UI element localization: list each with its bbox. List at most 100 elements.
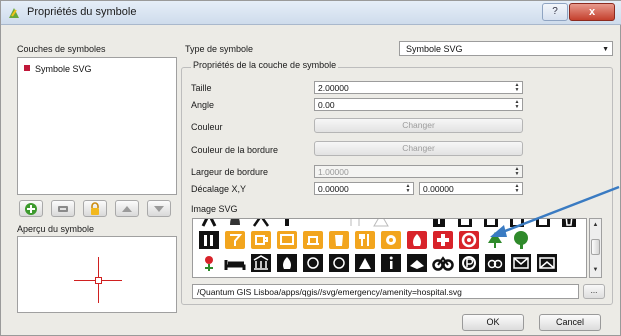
grid-cell[interactable] bbox=[249, 254, 273, 272]
layer-item[interactable]: Symbole SVG bbox=[24, 64, 92, 74]
symbol-type-label: Type de symbole bbox=[185, 44, 254, 54]
cancel-button[interactable]: Cancel bbox=[539, 314, 601, 331]
bin-icon bbox=[458, 219, 472, 227]
blank-icon bbox=[350, 219, 360, 226]
info-icon bbox=[381, 254, 401, 272]
grid-cell[interactable] bbox=[327, 254, 351, 272]
beer-icon bbox=[329, 231, 349, 249]
grid-cell[interactable] bbox=[343, 219, 367, 228]
tv-icon bbox=[277, 231, 297, 249]
grid-cell[interactable] bbox=[453, 219, 477, 228]
lock-layer-button[interactable] bbox=[83, 200, 107, 217]
browse-button[interactable]: ... bbox=[583, 284, 605, 299]
grid-cell[interactable] bbox=[275, 254, 299, 272]
grid-cell[interactable] bbox=[379, 231, 403, 249]
grid-cell[interactable] bbox=[249, 231, 273, 249]
qgis-logo-icon bbox=[9, 8, 19, 18]
grid-cell[interactable] bbox=[431, 254, 455, 272]
scroll-down-icon[interactable]: ▼ bbox=[591, 267, 600, 273]
grid-cell[interactable] bbox=[405, 231, 429, 249]
scroll-thumb[interactable] bbox=[591, 239, 600, 255]
grid-cell[interactable] bbox=[431, 231, 455, 249]
spin-arrows-icon[interactable]: ▲ ▼ bbox=[513, 184, 521, 194]
bicycle-icon bbox=[432, 256, 454, 271]
offset-x-spinbox[interactable]: 0.00000 ▲ ▼ bbox=[314, 182, 414, 195]
offset-x-value: 0.00000 bbox=[318, 184, 349, 194]
grid-cell[interactable] bbox=[249, 219, 273, 228]
change-border-color-button[interactable]: Changer bbox=[314, 141, 523, 156]
grid-cell[interactable] bbox=[275, 231, 299, 249]
move-layer-down-button[interactable] bbox=[147, 200, 171, 217]
svg-path-field[interactable]: /Quantum GIS Lisboa/apps/qgis//svg/emerg… bbox=[192, 284, 579, 299]
help-button[interactable]: ? bbox=[542, 3, 568, 21]
grid-cell[interactable] bbox=[327, 231, 351, 249]
border-width-value: 1.00000 bbox=[318, 167, 349, 177]
spin-arrows-icon[interactable]: ▲ ▼ bbox=[513, 167, 521, 177]
move-layer-up-button[interactable] bbox=[115, 200, 139, 217]
grid-cell[interactable] bbox=[457, 254, 481, 272]
grid-cell[interactable] bbox=[223, 231, 247, 249]
grid-cell[interactable] bbox=[505, 219, 529, 228]
grid-cell[interactable] bbox=[379, 254, 403, 272]
grid-cell[interactable] bbox=[535, 254, 559, 272]
grid-cell[interactable] bbox=[223, 219, 247, 228]
close-button[interactable]: x bbox=[569, 3, 615, 21]
angle-spinbox[interactable]: 0.00 ▲ ▼ bbox=[314, 98, 523, 111]
border-color-label: Couleur de la bordure bbox=[191, 145, 279, 155]
grid-cell[interactable] bbox=[531, 219, 555, 228]
cutlery-icon bbox=[355, 231, 375, 249]
spin-arrows-icon[interactable]: ▲ ▼ bbox=[513, 83, 521, 93]
grid-cell[interactable] bbox=[483, 254, 507, 272]
grid-cell[interactable] bbox=[353, 231, 377, 249]
layer-color-swatch bbox=[24, 65, 30, 71]
spin-arrows-icon[interactable]: ▲ ▼ bbox=[404, 184, 412, 194]
ok-button[interactable]: OK bbox=[462, 314, 524, 331]
envelope-icon bbox=[537, 254, 557, 272]
bin-icon bbox=[562, 219, 576, 227]
fire-icon bbox=[277, 254, 297, 272]
grid-cell[interactable] bbox=[197, 219, 221, 228]
symbol-layers-list[interactable]: Symbole SVG bbox=[17, 57, 177, 195]
grid-cell[interactable] bbox=[275, 219, 299, 228]
bell-icon bbox=[230, 219, 240, 225]
layer-properties-title: Propriétés de la couche de symbole bbox=[191, 60, 339, 70]
grid-cell[interactable] bbox=[223, 254, 247, 272]
grid-cell[interactable] bbox=[369, 219, 393, 228]
symbol-type-select[interactable]: Symbole SVG ▼ bbox=[399, 41, 613, 56]
border-width-spinbox[interactable]: 1.00000 ▲ ▼ bbox=[314, 165, 523, 178]
monument-icon bbox=[355, 254, 375, 272]
grid-cell[interactable] bbox=[301, 231, 325, 249]
conifer-tree-icon bbox=[488, 232, 502, 248]
change-color-button[interactable]: Changer bbox=[314, 118, 523, 133]
grid-cell[interactable] bbox=[457, 231, 481, 249]
offset-y-spinbox[interactable]: 0.00000 ▲ ▼ bbox=[419, 182, 523, 195]
add-layer-button[interactable] bbox=[19, 200, 43, 217]
remove-layer-button[interactable] bbox=[51, 200, 75, 217]
grid-cell[interactable] bbox=[353, 254, 377, 272]
size-spinbox[interactable]: 2.00000 ▲ ▼ bbox=[314, 81, 523, 94]
window-title: Propriétés du symbole bbox=[27, 6, 137, 18]
grid-cell[interactable] bbox=[197, 254, 221, 272]
lock-icon bbox=[91, 202, 99, 215]
grid-cell[interactable] bbox=[509, 254, 533, 272]
grid-cell[interactable] bbox=[483, 231, 507, 249]
remove-icon bbox=[58, 206, 68, 212]
grid-cell[interactable] bbox=[405, 254, 429, 272]
svg-path-value: /Quantum GIS Lisboa/apps/qgis//svg/emerg… bbox=[197, 287, 462, 297]
hospital-cross-icon bbox=[433, 231, 453, 249]
bin-icon bbox=[484, 219, 498, 227]
svg-grid-scrollbar[interactable]: ▲ ▼ bbox=[589, 218, 602, 278]
scroll-up-icon[interactable]: ▲ bbox=[591, 222, 600, 228]
grid-cell[interactable] bbox=[197, 231, 221, 249]
svg-icon-grid[interactable] bbox=[192, 218, 587, 278]
info-icon bbox=[433, 219, 445, 227]
grid-cell[interactable] bbox=[427, 219, 451, 228]
grid-cell[interactable] bbox=[557, 219, 581, 228]
symbol-type-value: Symbole SVG bbox=[406, 44, 463, 54]
grid-cell[interactable] bbox=[509, 231, 533, 249]
grid-cell[interactable] bbox=[301, 254, 325, 272]
grid-cell[interactable] bbox=[479, 219, 503, 228]
spin-arrows-icon[interactable]: ▲ ▼ bbox=[513, 100, 521, 110]
symbol-preview bbox=[17, 236, 177, 313]
preview-symbol-marker bbox=[95, 277, 102, 284]
